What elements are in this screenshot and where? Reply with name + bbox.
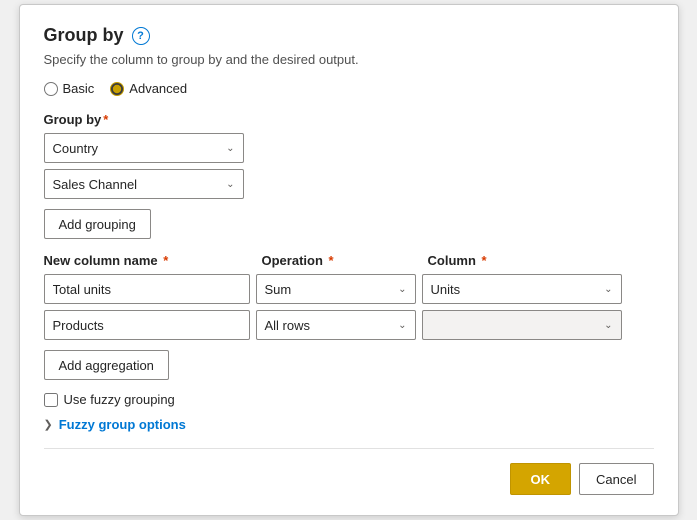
- agg-operation-dropdown-2[interactable]: All rows ⌄: [256, 310, 416, 340]
- aggregation-row-2: All rows ⌄ ⌄: [44, 310, 654, 340]
- groupby-dropdown-1-arrow: ⌄: [226, 143, 234, 154]
- fuzzy-group-options-label: Fuzzy group options: [59, 417, 186, 432]
- agg-name-input-2[interactable]: [44, 310, 250, 340]
- agg-col-2-arrow: ⌄: [604, 320, 612, 331]
- agg-op-2-value: All rows: [265, 318, 311, 333]
- groupby-dropdown-1-value: Country: [53, 141, 99, 156]
- aggregation-row-1: Sum ⌄ Units ⌄: [44, 274, 654, 304]
- add-aggregation-button[interactable]: Add aggregation: [44, 350, 169, 380]
- dialog-footer: OK Cancel: [44, 448, 654, 495]
- radio-advanced[interactable]: Advanced: [110, 81, 187, 96]
- group-by-section-label: Group by*: [44, 112, 654, 127]
- groupby-dropdown-2[interactable]: Sales Channel ⌄: [44, 169, 244, 199]
- aggregation-headers: New column name * Operation * Column *: [44, 253, 654, 268]
- agg-op-1-arrow: ⌄: [398, 284, 406, 295]
- agg-column-dropdown-1[interactable]: Units ⌄: [422, 274, 622, 304]
- dialog-subtitle: Specify the column to group by and the d…: [44, 52, 654, 67]
- groupby-dropdowns: Country ⌄ Sales Channel ⌄: [44, 133, 654, 199]
- agg-op-2-arrow: ⌄: [398, 320, 406, 331]
- help-icon[interactable]: ?: [132, 27, 150, 45]
- mode-radio-group: Basic Advanced: [44, 81, 654, 96]
- cancel-button[interactable]: Cancel: [579, 463, 653, 495]
- fuzzy-grouping-row: Use fuzzy grouping: [44, 392, 654, 407]
- dialog-title: Group by: [44, 25, 124, 46]
- groupby-dropdown-2-value: Sales Channel: [53, 177, 138, 192]
- agg-col-1-value: Units: [431, 282, 461, 297]
- agg-operation-dropdown-1[interactable]: Sum ⌄: [256, 274, 416, 304]
- radio-advanced-label: Advanced: [129, 81, 187, 96]
- agg-name-input-1[interactable]: [44, 274, 250, 304]
- agg-col-1-arrow: ⌄: [604, 284, 612, 295]
- groupby-dropdown-1[interactable]: Country ⌄: [44, 133, 244, 163]
- fuzzy-chevron-icon: ❯: [44, 418, 53, 431]
- agg-col-op-header: Operation *: [262, 253, 422, 268]
- groupby-dropdown-2-arrow: ⌄: [226, 179, 234, 190]
- radio-basic[interactable]: Basic: [44, 81, 95, 96]
- use-fuzzy-grouping-checkbox[interactable]: [44, 393, 58, 407]
- agg-col-col-header: Column *: [428, 253, 628, 268]
- add-grouping-button[interactable]: Add grouping: [44, 209, 151, 239]
- ok-button[interactable]: OK: [510, 463, 572, 495]
- use-fuzzy-grouping-label: Use fuzzy grouping: [64, 392, 175, 407]
- dialog-header: Group by ?: [44, 25, 654, 46]
- agg-column-dropdown-2[interactable]: ⌄: [422, 310, 622, 340]
- radio-basic-label: Basic: [63, 81, 95, 96]
- group-by-dialog: Group by ? Specify the column to group b…: [19, 4, 679, 516]
- fuzzy-group-options[interactable]: ❯ Fuzzy group options: [44, 417, 654, 432]
- agg-col-name-header: New column name *: [44, 253, 256, 268]
- agg-op-1-value: Sum: [265, 282, 292, 297]
